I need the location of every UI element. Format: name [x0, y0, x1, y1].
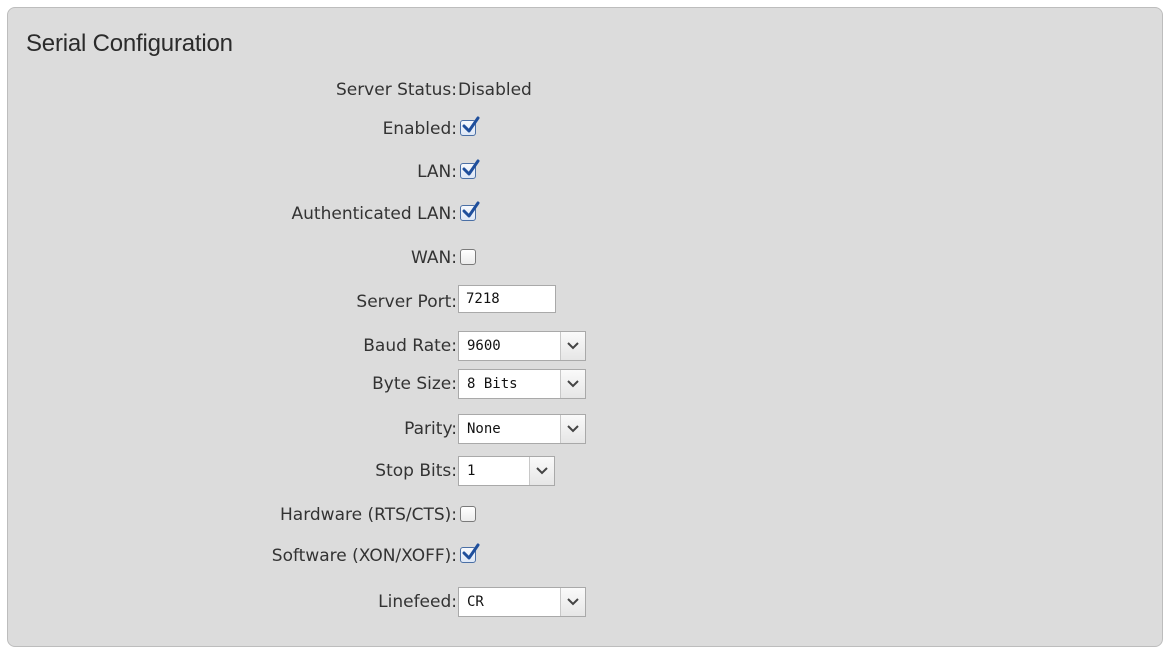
stop-bits-select[interactable]: 1: [458, 456, 555, 486]
byte-size-dropdown-button[interactable]: [560, 370, 585, 398]
baud-rate-select[interactable]: 9600: [458, 331, 586, 361]
chevron-down-icon: [567, 380, 579, 388]
wan-row: WAN:: [0, 243, 1169, 273]
linefeed-row: Linefeed: CR: [0, 587, 1169, 617]
byte-size-row: Byte Size: 8 Bits: [0, 369, 1169, 399]
server-status-row: Server Status: Disabled: [0, 75, 1169, 105]
server-status-label: Server Status:: [335, 80, 457, 100]
parity-dropdown-button[interactable]: [560, 415, 585, 443]
authenticated-lan-row: Authenticated LAN:: [0, 199, 1169, 229]
byte-size-label: Byte Size:: [372, 374, 457, 394]
lan-label: LAN:: [417, 162, 457, 182]
enabled-checkbox[interactable]: [460, 116, 480, 136]
stop-bits-dropdown-button[interactable]: [529, 457, 554, 485]
baud-rate-selected: 9600: [467, 338, 501, 354]
lan-checkbox[interactable]: [460, 159, 480, 179]
baud-rate-dropdown-button[interactable]: [560, 332, 585, 360]
checkmark-icon: [462, 116, 480, 133]
server-port-row: Server Port:: [0, 285, 1169, 315]
parity-selected: None: [467, 421, 501, 437]
checkmark-icon: [462, 543, 480, 560]
hardware-flow-label: Hardware (RTS/CTS):: [280, 505, 457, 525]
linefeed-select[interactable]: CR: [458, 587, 586, 617]
linefeed-dropdown-button[interactable]: [560, 588, 585, 616]
byte-size-select[interactable]: 8 Bits: [458, 369, 586, 399]
hardware-flow-row: Hardware (RTS/CTS):: [0, 500, 1169, 530]
baud-rate-row: Baud Rate: 9600: [0, 331, 1169, 361]
stop-bits-row: Stop Bits: 1: [0, 456, 1169, 486]
software-flow-checkbox[interactable]: [460, 543, 480, 563]
checkmark-icon: [462, 201, 480, 218]
parity-label: Parity:: [404, 419, 457, 439]
stop-bits-selected: 1: [467, 463, 476, 479]
server-status-value: Disabled: [458, 80, 532, 100]
software-flow-row: Software (XON/XOFF):: [0, 541, 1169, 571]
enabled-row: Enabled:: [0, 114, 1169, 144]
authenticated-lan-label: Authenticated LAN:: [291, 204, 457, 224]
parity-row: Parity: None: [0, 414, 1169, 444]
wan-label: WAN:: [411, 248, 457, 268]
parity-select[interactable]: None: [458, 414, 586, 444]
chevron-down-icon: [567, 425, 579, 433]
software-flow-label: Software (XON/XOFF):: [271, 546, 457, 566]
linefeed-selected: CR: [467, 594, 484, 610]
enabled-label: Enabled:: [382, 119, 457, 139]
wan-checkbox[interactable]: [460, 249, 476, 265]
authenticated-lan-checkbox[interactable]: [460, 201, 480, 221]
server-port-label: Server Port:: [356, 292, 457, 312]
byte-size-selected: 8 Bits: [467, 376, 518, 392]
server-port-input[interactable]: [458, 285, 556, 313]
chevron-down-icon: [567, 598, 579, 606]
linefeed-label: Linefeed:: [378, 592, 457, 612]
chevron-down-icon: [567, 342, 579, 350]
lan-row: LAN:: [0, 157, 1169, 187]
panel-title: Serial Configuration: [26, 30, 233, 57]
baud-rate-label: Baud Rate:: [363, 336, 457, 356]
stop-bits-label: Stop Bits:: [375, 461, 457, 481]
hardware-flow-checkbox[interactable]: [460, 506, 476, 522]
checkmark-icon: [462, 159, 480, 176]
chevron-down-icon: [536, 467, 548, 475]
